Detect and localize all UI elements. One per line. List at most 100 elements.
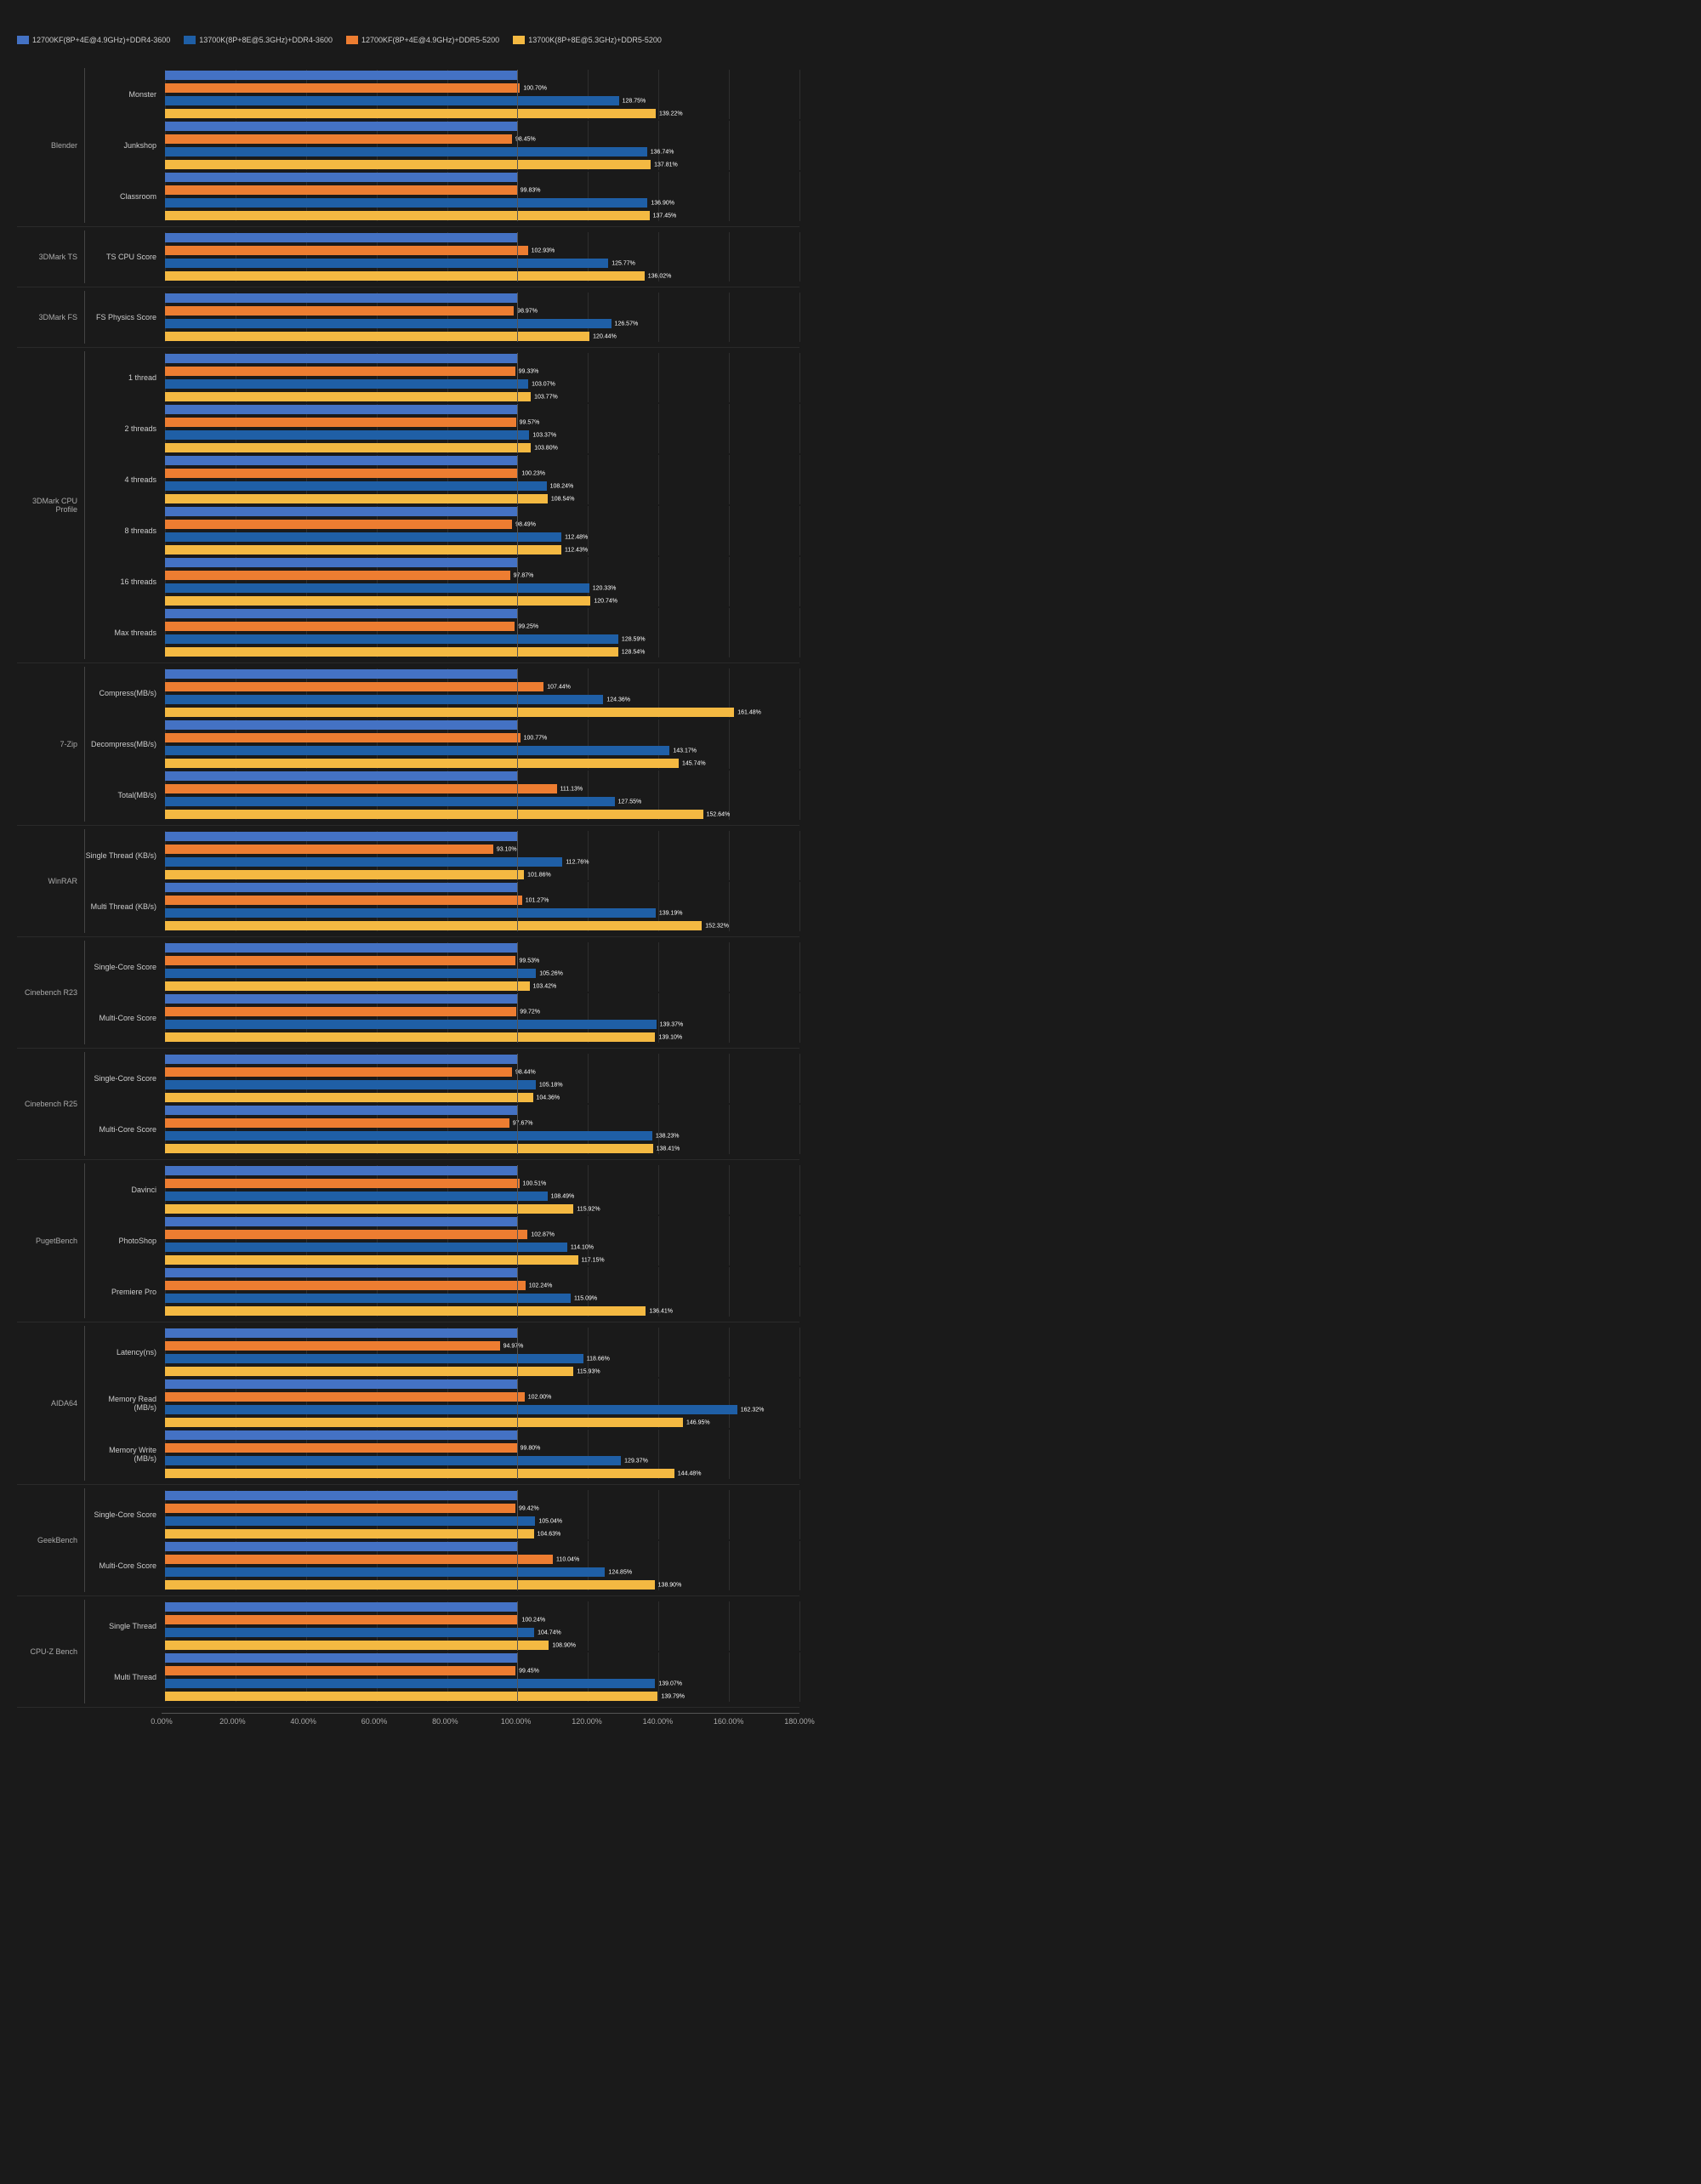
bar bbox=[165, 122, 517, 131]
legend-color bbox=[513, 36, 525, 44]
bar-row: 98.45% bbox=[165, 134, 799, 145]
row-label: Memory Write (MB/s) bbox=[85, 1446, 162, 1463]
bar-row: 115.92% bbox=[165, 1203, 799, 1214]
bar-row: 145.74% bbox=[165, 758, 799, 769]
row-label: 4 threads bbox=[85, 475, 162, 484]
bar-value-label: 108.90% bbox=[550, 1642, 576, 1648]
chart-row: Multi Thread99.45%139.07%139.79% bbox=[85, 1652, 799, 1702]
bar-row: 161.48% bbox=[165, 707, 799, 718]
bar-value-label: 144.48% bbox=[676, 1470, 702, 1476]
bar: 136.90% bbox=[165, 198, 647, 208]
bar-value-label: 112.43% bbox=[563, 547, 588, 553]
group-label: Cinebench R23 bbox=[17, 941, 85, 1044]
bar-value-label: 99.42% bbox=[517, 1505, 539, 1511]
x-tick: 140.00% bbox=[643, 1717, 674, 1726]
bar-row: 144.48% bbox=[165, 1468, 799, 1479]
bar: 139.07% bbox=[165, 1679, 655, 1688]
group-rows: Single Thread100.24%104.74%108.90%Multi … bbox=[85, 1600, 799, 1703]
bar bbox=[165, 293, 517, 303]
bar: 138.90% bbox=[165, 1580, 655, 1590]
bar: 108.90% bbox=[165, 1641, 549, 1650]
bar-row: 139.19% bbox=[165, 907, 799, 919]
bar: 137.81% bbox=[165, 160, 651, 169]
bar-row bbox=[165, 719, 799, 731]
bar bbox=[165, 1217, 517, 1226]
legend-color bbox=[184, 36, 196, 44]
bar-value-label: 136.41% bbox=[647, 1308, 673, 1314]
bar-value-label: 108.54% bbox=[549, 496, 575, 502]
bar-row: 112.48% bbox=[165, 532, 799, 543]
bar: 100.70% bbox=[165, 83, 520, 93]
bar-row: 162.32% bbox=[165, 1404, 799, 1415]
bar-value-label: 105.18% bbox=[538, 1082, 563, 1088]
bar-row: 111.13% bbox=[165, 783, 799, 794]
bars-wrapper: 97.67%138.23%138.41% bbox=[165, 1105, 799, 1154]
bar-row bbox=[165, 1430, 799, 1441]
bar-row bbox=[165, 1105, 799, 1116]
chart-group: BlenderMonster100.70%128.75%139.22%Junks… bbox=[17, 65, 799, 227]
bars-wrapper: 98.97%126.57%120.44% bbox=[165, 293, 799, 342]
bar-row bbox=[165, 1054, 799, 1065]
bar-row: 120.74% bbox=[165, 595, 799, 606]
bar-row: 102.87% bbox=[165, 1229, 799, 1240]
bar bbox=[165, 456, 517, 465]
row-label: Multi-Core Score bbox=[85, 1561, 162, 1570]
bar: 100.23% bbox=[165, 469, 518, 478]
bar-row: 100.24% bbox=[165, 1614, 799, 1625]
bar: 112.48% bbox=[165, 532, 561, 542]
bar-row: 103.07% bbox=[165, 378, 799, 390]
bars-wrapper: 102.24%115.09%136.41% bbox=[165, 1267, 799, 1317]
bars-wrapper: 100.70%128.75%139.22% bbox=[165, 70, 799, 119]
bar-row: 126.57% bbox=[165, 318, 799, 329]
bar: 128.54% bbox=[165, 647, 618, 657]
legend-color bbox=[346, 36, 358, 44]
bar: 98.49% bbox=[165, 520, 512, 529]
bar-value-label: 118.66% bbox=[585, 1356, 610, 1362]
bar bbox=[165, 994, 517, 1004]
bar-value-label: 112.48% bbox=[563, 534, 588, 540]
bar: 139.79% bbox=[165, 1692, 657, 1701]
bar: 145.74% bbox=[165, 759, 679, 768]
bar-value-label: 137.81% bbox=[652, 162, 678, 168]
bar: 152.64% bbox=[165, 810, 703, 819]
bar-value-label: 139.22% bbox=[657, 111, 683, 117]
bar-value-label: 102.93% bbox=[530, 247, 555, 253]
bar bbox=[165, 720, 517, 730]
group-rows: TS CPU Score102.93%125.77%136.02% bbox=[85, 230, 799, 283]
bar: 103.37% bbox=[165, 430, 529, 440]
bar bbox=[165, 609, 517, 618]
bar: 144.48% bbox=[165, 1469, 674, 1478]
bars-wrapper: 102.87%114.10%117.15% bbox=[165, 1216, 799, 1265]
chart-group: GeekBenchSingle-Core Score99.42%105.04%1… bbox=[17, 1485, 799, 1596]
bars-wrapper: 110.04%124.85%138.90% bbox=[165, 1541, 799, 1590]
chart-row: 8 threads98.49%112.48%112.43% bbox=[85, 506, 799, 555]
bar bbox=[165, 1602, 517, 1612]
bar: 100.24% bbox=[165, 1615, 518, 1624]
bar-value-label: 104.63% bbox=[536, 1531, 561, 1537]
bar-value-label: 126.57% bbox=[613, 321, 639, 327]
chart-group: Cinebench R25Single-Core Score98.44%105.… bbox=[17, 1049, 799, 1160]
chart-row: 1 thread99.33%103.07%103.77% bbox=[85, 353, 799, 402]
bar-value-label: 161.48% bbox=[736, 709, 761, 715]
bar-row bbox=[165, 70, 799, 81]
bar-row: 127.55% bbox=[165, 796, 799, 807]
bar bbox=[165, 832, 517, 841]
row-label: PhotoShop bbox=[85, 1237, 162, 1245]
bar-row: 108.24% bbox=[165, 481, 799, 492]
group-label: 7-Zip bbox=[17, 667, 85, 822]
bar-value-label: 97.87% bbox=[512, 572, 534, 578]
legend-item: 12700KF(8P+4E@4.9GHz)+DDR4-3600 bbox=[17, 36, 170, 44]
bar bbox=[165, 1055, 517, 1064]
legend-label: 13700K(8P+8E@5.3GHz)+DDR4-3600 bbox=[199, 36, 333, 44]
bar: 152.32% bbox=[165, 921, 702, 930]
bar-row: 97.87% bbox=[165, 570, 799, 581]
chart-group: Cinebench R23Single-Core Score99.53%105.… bbox=[17, 937, 799, 1049]
bar: 105.26% bbox=[165, 969, 536, 978]
bar-value-label: 103.77% bbox=[532, 394, 558, 400]
bar-row: 118.66% bbox=[165, 1353, 799, 1364]
bars-wrapper: 102.00%162.32%146.95% bbox=[165, 1379, 799, 1428]
bar-value-label: 111.13% bbox=[559, 786, 583, 792]
bar: 98.97% bbox=[165, 306, 514, 316]
bar-row: 99.45% bbox=[165, 1665, 799, 1676]
bar bbox=[165, 1106, 517, 1115]
